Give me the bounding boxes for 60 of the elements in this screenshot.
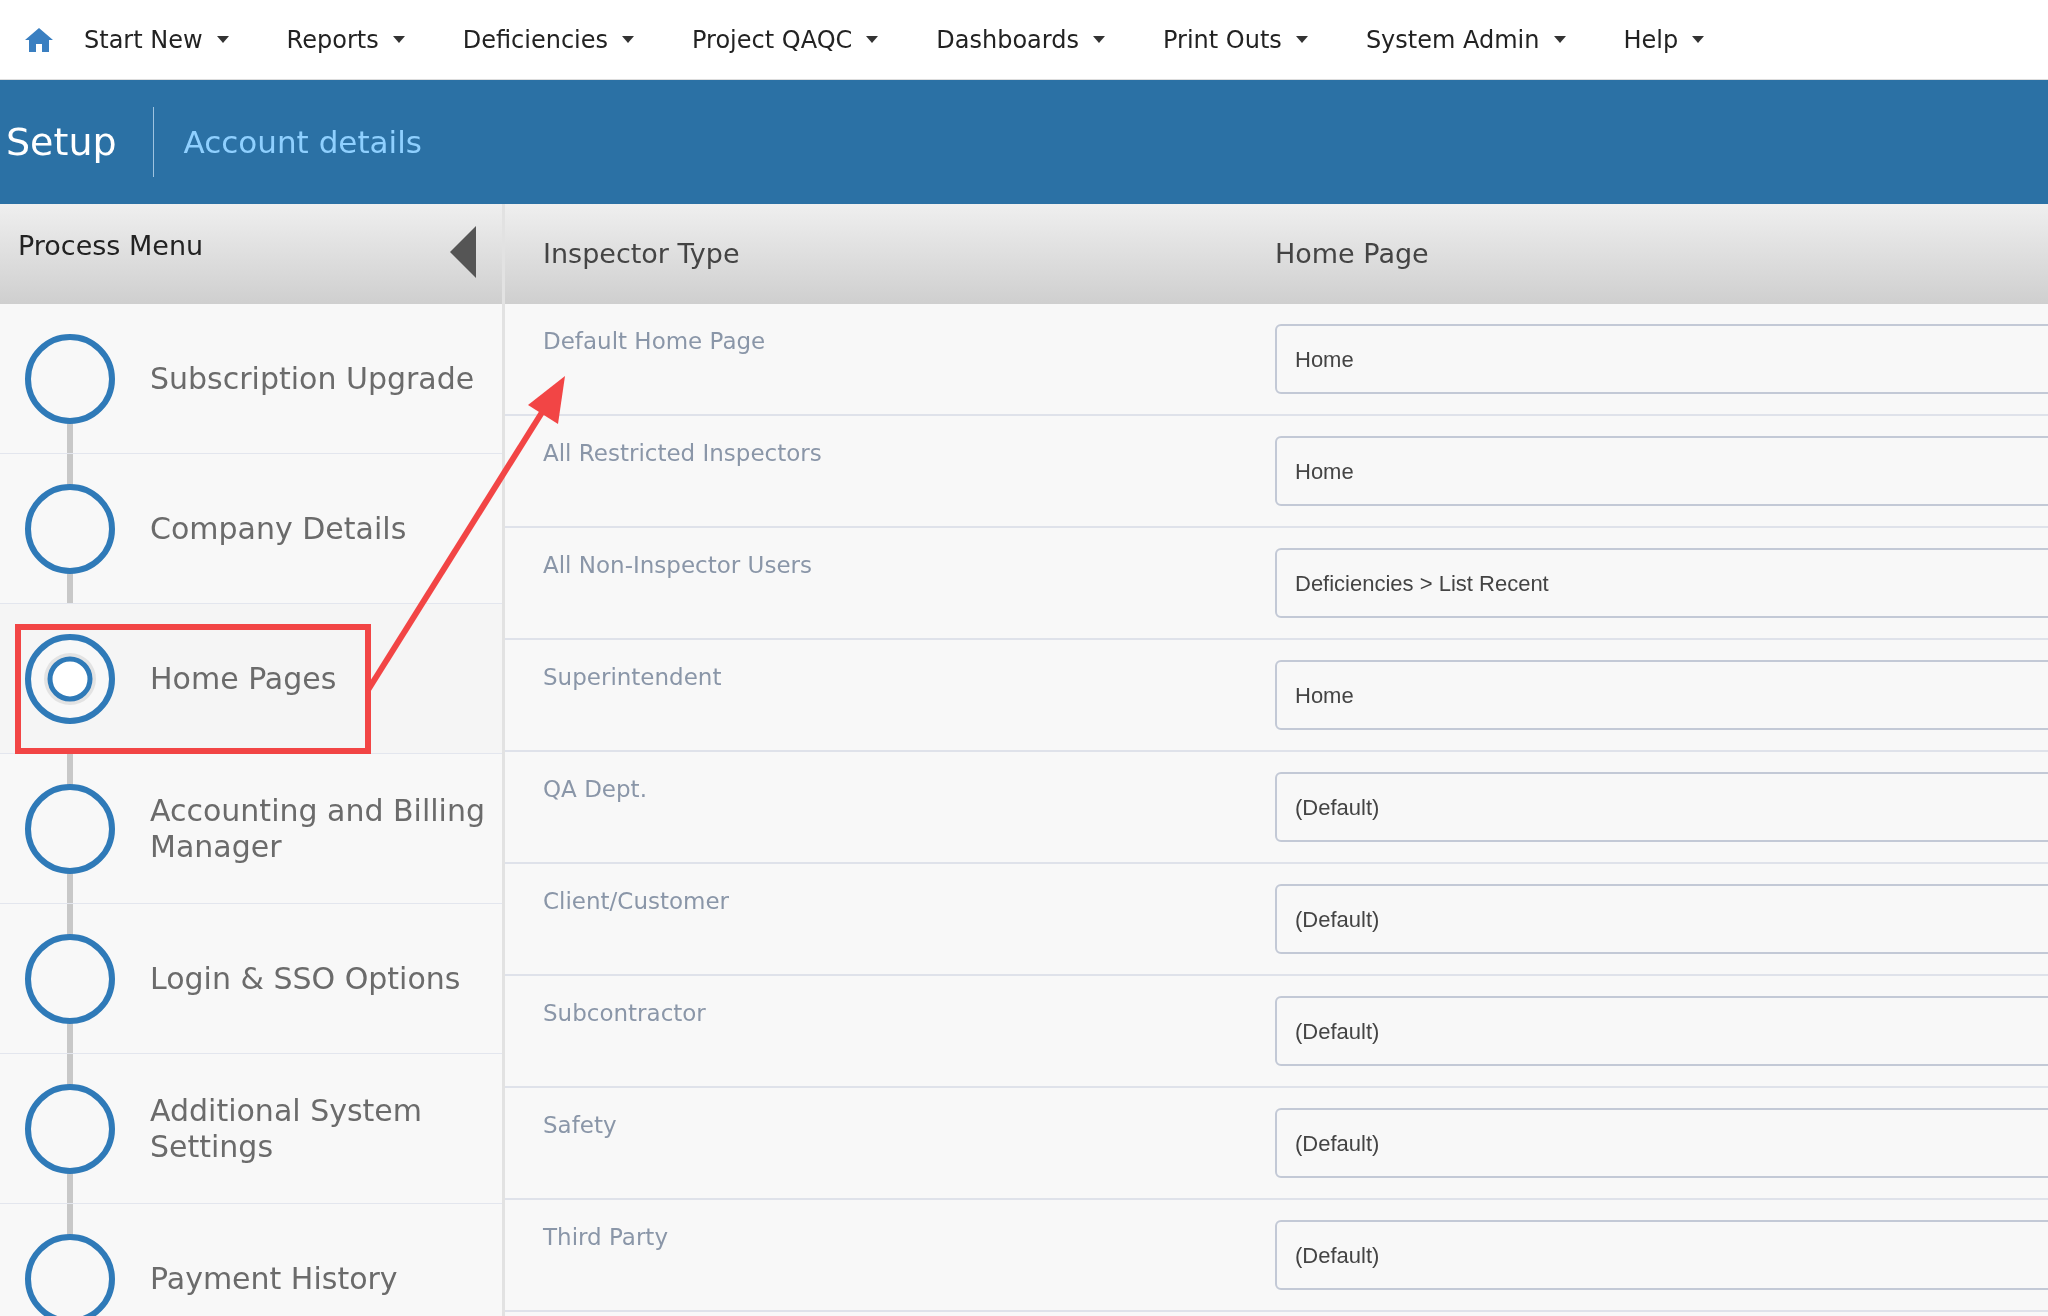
- process-menu-title: Process Menu: [18, 229, 204, 263]
- caret-icon: [1093, 35, 1105, 44]
- nav-menu-item[interactable]: Print Outs: [1163, 21, 1308, 58]
- step-label: Additional System Settings: [150, 1092, 423, 1165]
- step-circle-icon: [24, 782, 116, 875]
- process-step[interactable]: Subscription Upgrade: [0, 304, 502, 454]
- nav-menu-item[interactable]: Start New: [84, 21, 229, 58]
- column-header: Home Page: [1275, 236, 1429, 271]
- caret-icon: [1553, 35, 1566, 44]
- inspector-type-label: Client/Customer: [542, 887, 731, 916]
- home-page-select[interactable]: (Default): [1275, 1220, 2048, 1290]
- step-circle-icon: [24, 932, 116, 1025]
- column-header: Inspector Type: [542, 236, 741, 271]
- caret-icon: [392, 35, 405, 44]
- home-page-select[interactable]: (Default): [1275, 1108, 2048, 1178]
- process-step[interactable]: Additional System Settings: [0, 1054, 502, 1204]
- step-circle-icon: [24, 632, 116, 725]
- caret-icon: [1295, 35, 1308, 44]
- process-step[interactable]: Payment History: [0, 1204, 502, 1316]
- step-circle-icon: [24, 1082, 116, 1175]
- caret-icon: [622, 35, 634, 44]
- collapse-icon[interactable]: [450, 226, 476, 278]
- inspector-type-label: Third Party: [542, 1223, 669, 1252]
- nav-menu-item[interactable]: System Admin: [1365, 21, 1566, 58]
- inspector-type-label: Default Home Page: [542, 327, 767, 356]
- step-label: Company Details: [150, 510, 408, 547]
- nav-menu-item[interactable]: Reports: [286, 21, 405, 58]
- nav-menu-item[interactable]: Dashboards: [936, 21, 1105, 58]
- home-page-select[interactable]: Home: [1275, 436, 2048, 506]
- inspector-type-label: All Restricted Inspectors: [542, 439, 823, 468]
- home-page-select[interactable]: Home: [1275, 324, 2048, 394]
- home-icon[interactable]: [24, 26, 54, 53]
- step-label: Payment History: [150, 1260, 399, 1297]
- process-step[interactable]: Login & SSO Options: [0, 904, 502, 1054]
- caret-icon: [216, 35, 229, 44]
- process-step[interactable]: Home Pages: [0, 604, 502, 754]
- inspector-type-label: All Non-Inspector Users: [542, 551, 813, 580]
- step-label: Accounting and Billing Manager: [150, 792, 486, 865]
- inspector-type-label: Subcontractor: [542, 999, 707, 1028]
- step-label: Subscription Upgrade: [150, 360, 476, 397]
- step-label: Login & SSO Options: [150, 960, 462, 997]
- caret-icon: [1692, 35, 1705, 44]
- nav-menu-item[interactable]: Deficiencies: [462, 21, 634, 58]
- process-step[interactable]: Accounting and Billing Manager: [0, 754, 502, 904]
- nav-menu-item[interactable]: Help: [1623, 21, 1705, 58]
- page-title: Setup: [5, 118, 118, 166]
- nav-menu-item[interactable]: Project QAQC: [692, 21, 879, 58]
- caret-icon: [866, 35, 879, 44]
- process-step[interactable]: Company Details: [0, 454, 502, 604]
- home-page-select[interactable]: (Default): [1275, 884, 2048, 954]
- step-circle-icon: [24, 482, 116, 575]
- home-page-select[interactable]: (Default): [1275, 772, 2048, 842]
- home-page-select[interactable]: Home: [1275, 660, 2048, 730]
- home-page-select[interactable]: Deficiencies > List Recent: [1275, 548, 2048, 618]
- step-label: Home Pages: [150, 660, 338, 697]
- inspector-type-label: QA Dept.: [542, 775, 648, 804]
- inspector-type-label: Superintendent: [542, 663, 723, 692]
- step-circle-icon: [24, 332, 116, 425]
- home-page-select[interactable]: (Default): [1275, 996, 2048, 1066]
- inspector-type-label: Safety: [542, 1111, 618, 1140]
